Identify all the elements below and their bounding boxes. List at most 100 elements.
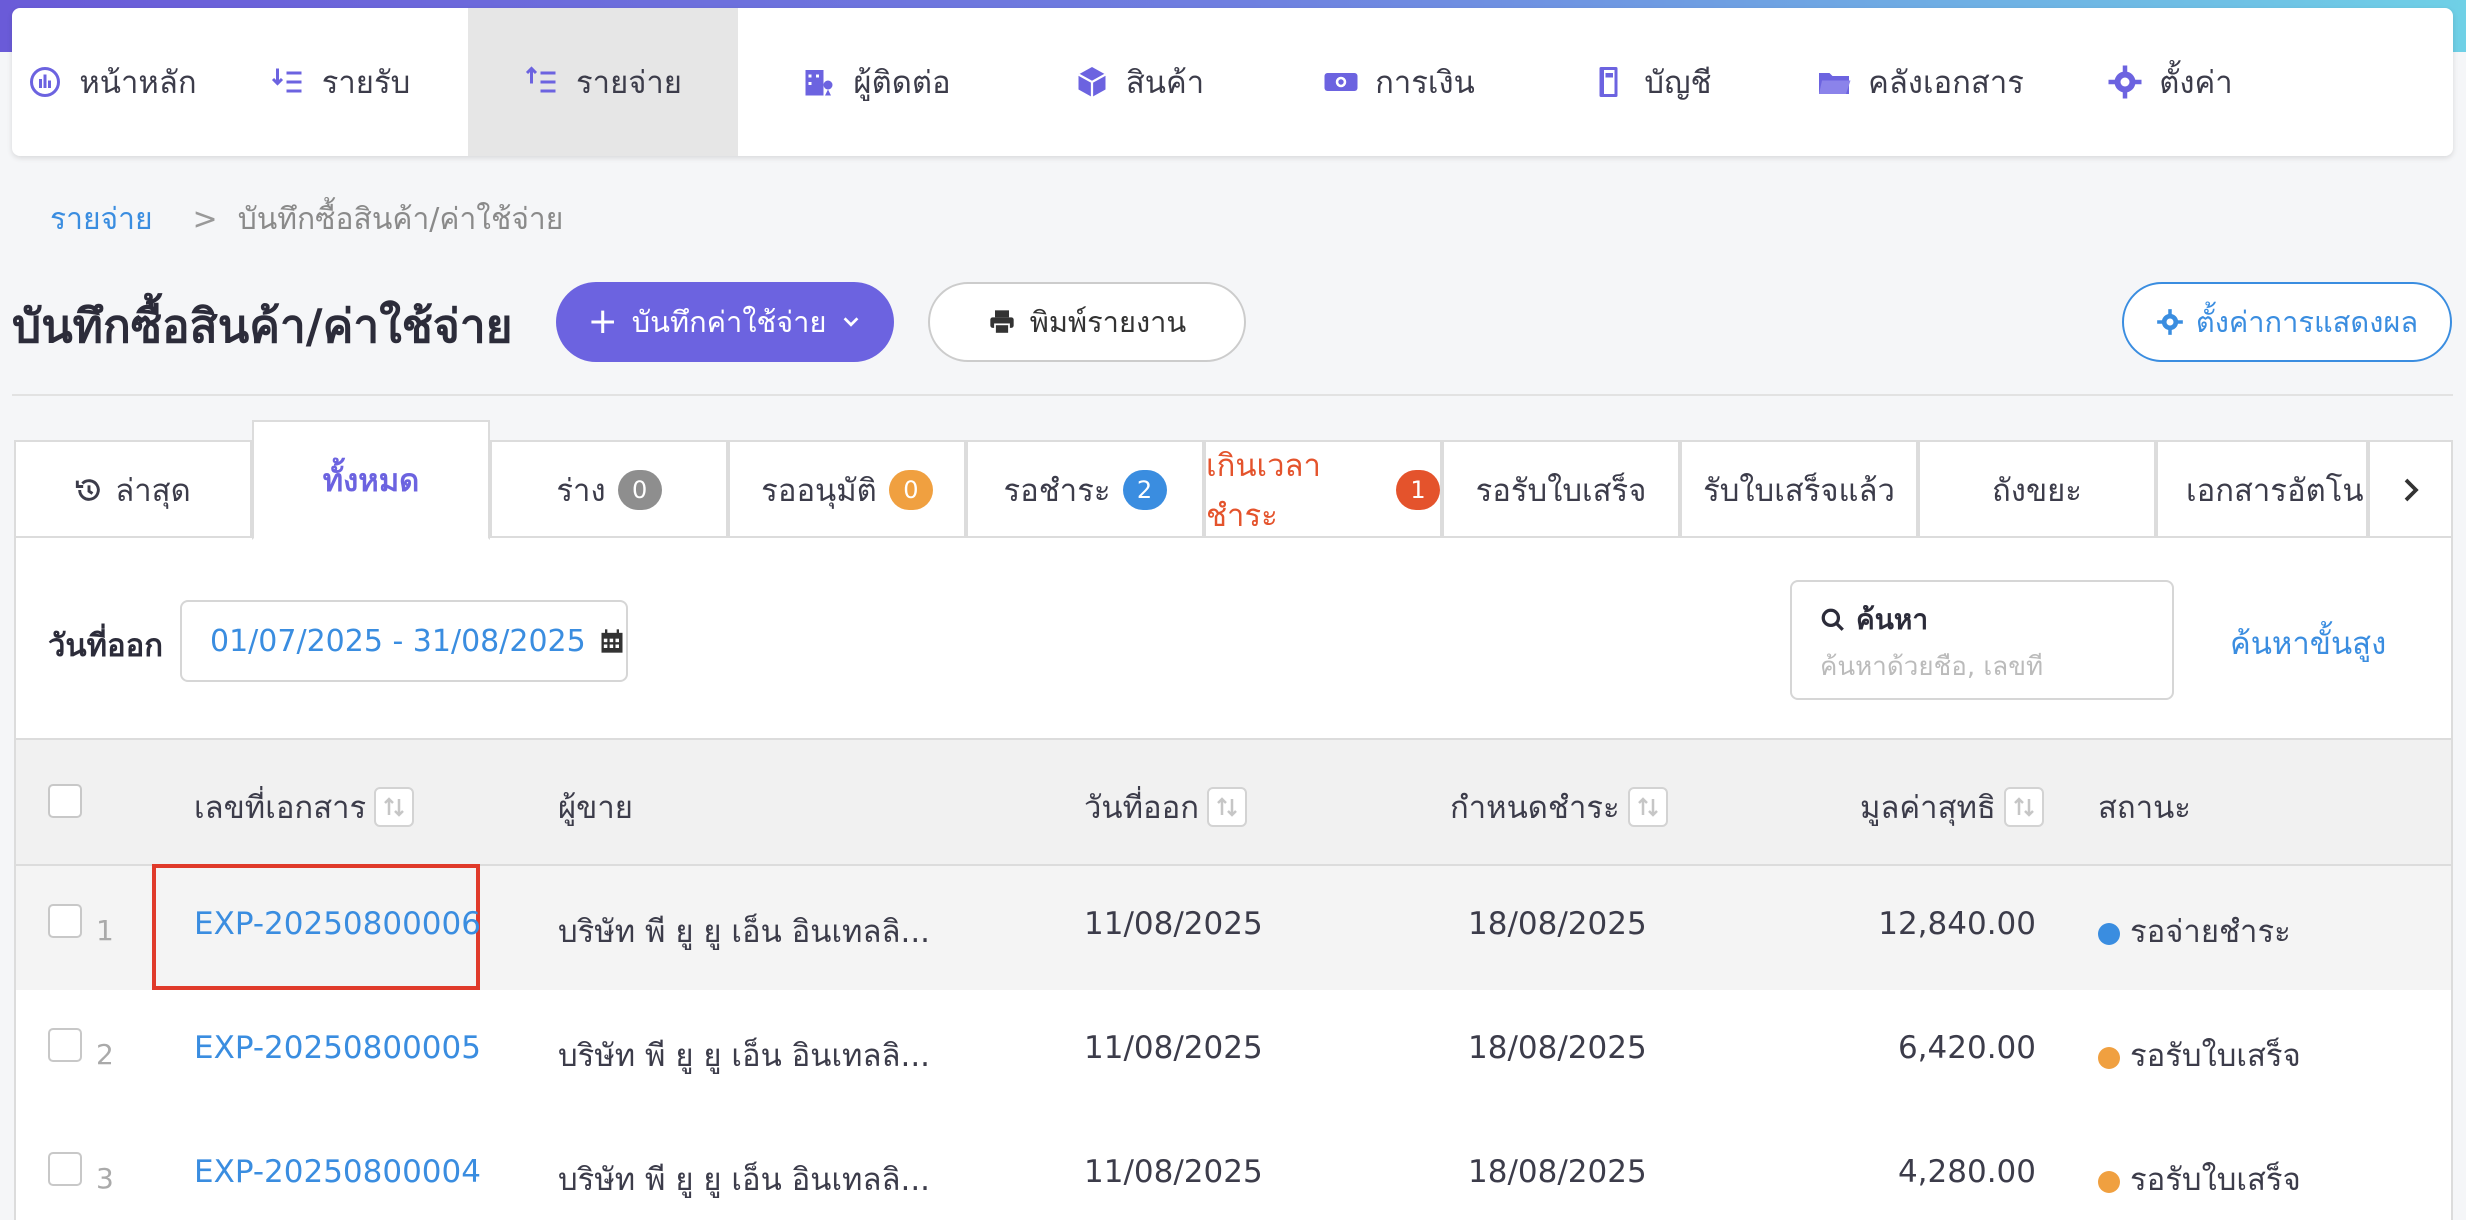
divider bbox=[12, 394, 2453, 396]
row-checkbox[interactable] bbox=[48, 1152, 82, 1186]
tab-awaiting-payment[interactable]: รอชำระ 2 bbox=[966, 440, 1204, 538]
sort-icon[interactable] bbox=[1207, 787, 1248, 827]
nav-label: ผู้ติดต่อ bbox=[853, 65, 951, 101]
dashboard-icon bbox=[30, 67, 61, 97]
nav-item-finance[interactable]: การเงิน bbox=[1264, 8, 1534, 156]
vendor-cell: บริษัท พี ยู ยู เอ็น อินเทลลิ... bbox=[558, 1162, 931, 1198]
search-box: ค้นหา bbox=[1790, 580, 2174, 700]
ledger-icon bbox=[1599, 67, 1618, 97]
nav-label: รายรับ bbox=[321, 65, 411, 101]
nav-item-dashboard[interactable]: หน้าหลัก bbox=[12, 8, 212, 156]
contacts-icon bbox=[805, 70, 833, 96]
breadcrumb-current: บันทึกซื้อสินค้า/ค่าใช้จ่าย bbox=[237, 202, 564, 237]
folder-icon bbox=[1819, 73, 1851, 94]
calendar-icon bbox=[601, 629, 623, 653]
add-expense-label: บันทึกค่าใช้จ่าย bbox=[631, 305, 827, 339]
sort-icon[interactable] bbox=[2003, 787, 2044, 827]
tab-draft[interactable]: ร่าง 0 bbox=[490, 440, 728, 538]
main-navigation: หน้าหลัก รายรับ รายจ่าย ผู้ติดต่อ สินค้า… bbox=[12, 8, 2453, 156]
nav-item-expense[interactable]: รายจ่าย bbox=[468, 8, 738, 156]
tab-awaiting-receipt[interactable]: รอรับใบเสร็จ bbox=[1442, 440, 1680, 538]
table-row[interactable]: 3 EXP-20250800004 บริษัท พี ยู ยู เอ็น อ… bbox=[16, 1114, 2451, 1220]
nav-item-products[interactable]: สินค้า bbox=[1014, 8, 1264, 156]
income-icon bbox=[271, 68, 302, 93]
doc-no-link[interactable]: EXP-20250800004 bbox=[194, 1154, 481, 1190]
search-title-label: ค้นหา bbox=[1856, 603, 1929, 636]
select-all-checkbox[interactable] bbox=[48, 784, 82, 818]
add-expense-button[interactable]: + บันทึกค่าใช้จ่าย bbox=[556, 282, 894, 362]
count-badge: 0 bbox=[888, 470, 933, 510]
tabs-scroll-right-button[interactable] bbox=[2368, 440, 2453, 538]
column-doc-no[interactable]: เลขที่เอกสาร bbox=[194, 782, 415, 832]
row-checkbox[interactable] bbox=[48, 904, 82, 938]
status-dot bbox=[2098, 1170, 2120, 1193]
column-due-date[interactable]: กำหนดชำระ bbox=[1450, 782, 1668, 832]
date-range-picker[interactable]: 01/07/2025 - 31/08/2025 bbox=[180, 600, 628, 682]
tab-label: ทั้งหมด bbox=[322, 463, 420, 499]
status-dot bbox=[2098, 1046, 2120, 1069]
issue-date-cell: 11/08/2025 bbox=[1084, 906, 1263, 942]
column-label: สถานะ bbox=[2098, 790, 2191, 826]
search-icon bbox=[1821, 608, 1844, 631]
nav-label: สินค้า bbox=[1125, 65, 1205, 101]
advanced-search-link[interactable]: ค้นหาขั้นสูง bbox=[2230, 618, 2386, 668]
table-row[interactable]: 2 EXP-20250800005 บริษัท พี ยู ยู เอ็น อ… bbox=[16, 990, 2451, 1114]
money-icon bbox=[1324, 73, 1358, 91]
tab-label: รอรับใบเสร็จ bbox=[1475, 473, 1647, 509]
tab-recent[interactable]: ล่าสุด bbox=[14, 440, 252, 538]
document-list-panel: วันที่ออก 01/07/2025 - 31/08/2025 ค้นหา … bbox=[14, 536, 2453, 1220]
date-range-value: 01/07/2025 - 31/08/2025 bbox=[210, 623, 586, 659]
nav-label: ตั้งค่า bbox=[2159, 65, 2233, 101]
status-cell: รอรับใบเสร็จ bbox=[2098, 1030, 2301, 1080]
status-label: รอรับใบเสร็จ bbox=[2130, 1162, 2301, 1198]
row-index: 3 bbox=[96, 1162, 114, 1195]
nav-item-settings[interactable]: ตั้งค่า bbox=[2070, 8, 2270, 156]
column-net-value[interactable]: มูลค่าสุทธิ bbox=[1860, 782, 2044, 832]
printer-icon bbox=[990, 310, 1014, 335]
tab-label: ถังขยะ bbox=[1992, 473, 2082, 509]
tab-auto-documents[interactable]: เอกสารอัตโน bbox=[2156, 440, 2368, 538]
gear-icon bbox=[2108, 65, 2142, 99]
search-title: ค้นหา bbox=[1820, 598, 2144, 642]
nav-item-contacts[interactable]: ผู้ติดต่อ bbox=[738, 8, 1014, 156]
tab-label: รอชำระ bbox=[1003, 473, 1111, 509]
doc-no-link[interactable]: EXP-20250800006 bbox=[194, 906, 481, 942]
net-value-cell: 12,840.00 bbox=[1878, 906, 2036, 942]
sort-icon[interactable] bbox=[1627, 787, 1668, 827]
status-cell: รอรับใบเสร็จ bbox=[2098, 1154, 2301, 1204]
print-report-button[interactable]: พิมพ์รายงาน bbox=[928, 282, 1246, 362]
nav-item-income[interactable]: รายรับ bbox=[212, 8, 468, 156]
status-dot bbox=[2098, 922, 2120, 945]
nav-label: รายจ่าย bbox=[576, 65, 682, 101]
issue-date-cell: 11/08/2025 bbox=[1084, 1154, 1263, 1190]
chevron-down-icon bbox=[844, 317, 859, 327]
nav-item-documents[interactable]: คลังเอกสาร bbox=[1770, 8, 2070, 156]
tab-all[interactable]: ทั้งหมด bbox=[252, 420, 490, 540]
net-value-cell: 6,420.00 bbox=[1897, 1030, 2036, 1066]
column-status: สถานะ bbox=[2098, 782, 2191, 832]
tab-receipt-received[interactable]: รับใบเสร็จแล้ว bbox=[1680, 440, 1918, 538]
column-issue-date[interactable]: วันที่ออก bbox=[1084, 782, 1248, 832]
table-row[interactable]: 1 EXP-20250800006 บริษัท พี ยู ยู เอ็น อ… bbox=[16, 864, 2451, 990]
history-icon bbox=[76, 479, 101, 501]
search-input[interactable] bbox=[1820, 652, 2140, 682]
tab-awaiting-approval[interactable]: รออนุมัติ 0 bbox=[728, 440, 966, 538]
print-report-label: พิมพ์รายงาน bbox=[1029, 305, 1187, 339]
column-label: กำหนดชำระ bbox=[1450, 790, 1620, 826]
tab-overdue[interactable]: เกินเวลาชำระ 1 bbox=[1204, 440, 1442, 538]
sort-icon[interactable] bbox=[374, 787, 415, 827]
issue-date-filter-label: วันที่ออก bbox=[48, 628, 164, 664]
status-cell: รอจ่ายชำระ bbox=[2098, 906, 2291, 956]
issue-date-cell: 11/08/2025 bbox=[1084, 1030, 1263, 1066]
table-header: เลขที่เอกสาร ผู้ขาย วันที่ออก กำหนดชำระ … bbox=[16, 738, 2451, 866]
chevron-right-icon bbox=[2404, 478, 2419, 502]
tab-trash[interactable]: ถังขยะ bbox=[1918, 440, 2156, 538]
status-label: รอจ่ายชำระ bbox=[2130, 914, 2291, 950]
row-checkbox[interactable] bbox=[48, 1028, 82, 1062]
doc-no-link[interactable]: EXP-20250800005 bbox=[194, 1030, 481, 1066]
display-settings-button[interactable]: ตั้งค่าการแสดงผล bbox=[2122, 282, 2452, 362]
nav-item-accounting[interactable]: บัญชี bbox=[1534, 8, 1770, 156]
tab-label: รับใบเสร็จแล้ว bbox=[1703, 473, 1895, 509]
breadcrumb-parent[interactable]: รายจ่าย bbox=[50, 196, 153, 243]
column-vendor: ผู้ขาย bbox=[558, 782, 633, 832]
